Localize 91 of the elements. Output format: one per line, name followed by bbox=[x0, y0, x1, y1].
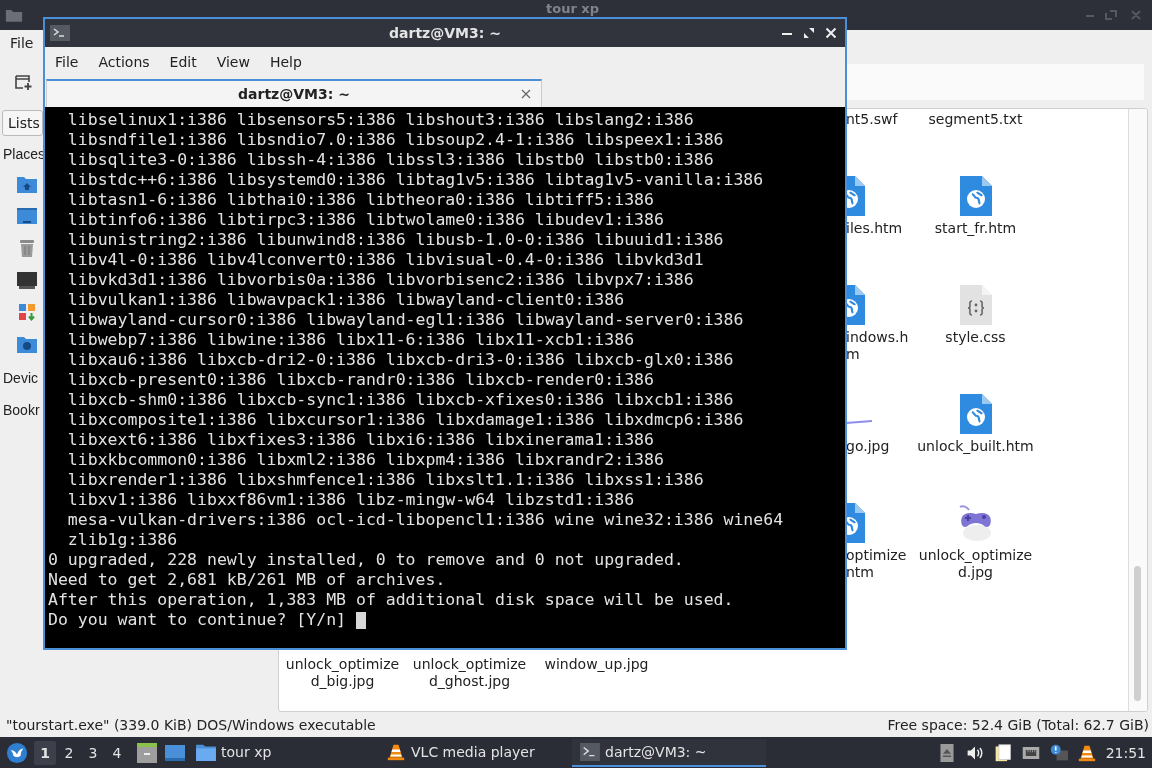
menu-item[interactable]: File bbox=[10, 34, 34, 51]
terminal-line: Do you want to continue? [Y/n] bbox=[48, 610, 346, 630]
terminal-tab[interactable]: dartz@VM3: ~ bbox=[46, 79, 542, 107]
file-name[interactable]: unlock_optimize d_ghost.jpg bbox=[406, 656, 533, 690]
file-cabinet-icon[interactable] bbox=[136, 741, 158, 764]
window-controls-icon bbox=[1084, 9, 1144, 21]
image-thumbnail-icon[interactable] bbox=[846, 420, 872, 424]
file-name[interactable]: unlock_optimize d.jpg bbox=[918, 547, 1033, 581]
taskbar-button[interactable]: tour xp bbox=[188, 738, 378, 767]
folder-icon bbox=[196, 742, 216, 761]
new-window-icon[interactable] bbox=[14, 72, 32, 91]
close-icon[interactable] bbox=[825, 27, 837, 39]
workspace-button[interactable]: 1 bbox=[34, 740, 56, 765]
scrollbar[interactable] bbox=[1128, 109, 1147, 711]
terminal-line: After this operation, 1,383 MB of additional disk space will be used. bbox=[48, 590, 734, 610]
terminal-line: libxext6:i386 libxfixes3:i386 libxi6:i386 libxinerama1:i386 bbox=[66, 430, 654, 450]
clipboard-icon[interactable] bbox=[993, 743, 1012, 762]
eject-icon[interactable] bbox=[937, 743, 956, 762]
menu-item[interactable]: View bbox=[216, 54, 250, 70]
terminal-line: libtasn1-6:i386 libthai0:i386 libtheora0:i386 libtiff5:i386 bbox=[66, 190, 654, 210]
file-name[interactable]: start_fr.htm bbox=[934, 220, 1017, 237]
terminal-line: libxcomposite1:i386 libxcursor1:i386 libxdamage1:i386 libxdmcp6:i386 bbox=[66, 410, 744, 430]
terminal-line: 0 upgraded, 228 newly installed, 0 to remove and 0 not upgraded. bbox=[48, 550, 684, 570]
terminal-line: libselinux1:i386 libsensors5:i386 libshout3:i386 libslang2:i386 bbox=[66, 110, 694, 130]
workspace-button[interactable]: 4 bbox=[106, 740, 128, 765]
terminal-line: libunistring2:i386 libunwind8:i386 libusb-1.0-0:i386 libuuid1:i386 bbox=[66, 230, 724, 250]
terminal-line: mesa-vulkan-drivers:i386 ocl-icd-libopencl1:i386 wine wine32:i386 wine64 bbox=[66, 510, 784, 530]
notification-icon[interactable] bbox=[1049, 743, 1068, 762]
file-name[interactable]: unlock_built.htm bbox=[917, 438, 1034, 455]
home-folder-icon[interactable] bbox=[17, 175, 37, 193]
file-name[interactable]: nt5.swf bbox=[846, 111, 898, 128]
menu-item[interactable]: Edit bbox=[169, 54, 197, 70]
terminal-line: libstdc++6:i386 libsystemd0:i386 libtag1v5:i386 libtag1v5-vanilla:i386 bbox=[66, 170, 764, 190]
terminal-icon bbox=[50, 25, 70, 41]
file-name[interactable]: indows.h m bbox=[846, 329, 909, 363]
window-title: dartz@VM3: ~ bbox=[389, 25, 501, 41]
terminal-line: libxkbcommon0:i386 libxml2:i386 libxpm4:i386 libxrandr2:i386 bbox=[66, 450, 664, 470]
file-name[interactable]: unlock_optimize d_big.jpg bbox=[279, 656, 406, 690]
close-tab-icon[interactable] bbox=[521, 89, 531, 99]
clock[interactable]: 21:51 bbox=[1105, 744, 1146, 761]
file-name[interactable]: iles.htm bbox=[846, 220, 903, 237]
file-name[interactable]: optimize ntm bbox=[846, 547, 907, 581]
lists-tab[interactable]: Lists bbox=[2, 110, 43, 136]
free-space-text: Free space: 52.4 GiB (Total: 62.7 GiB) bbox=[887, 716, 1149, 733]
taskbar-button[interactable]: VLC media player bbox=[378, 738, 572, 767]
scrollbar-thumb[interactable] bbox=[1134, 566, 1141, 701]
file-name[interactable]: window_up.jpg bbox=[533, 656, 660, 690]
terminal-line: libv4l-0:i386 libv4lconvert0:i386 libvisual-0.4-0:i386 libvkd3d1 bbox=[66, 250, 704, 270]
start-menu-icon[interactable] bbox=[6, 741, 28, 764]
workspace-button[interactable]: 3 bbox=[82, 740, 104, 765]
menu-item[interactable]: Actions bbox=[98, 54, 150, 70]
web-file-icon[interactable] bbox=[959, 176, 992, 216]
terminal-line: libxcb-shm0:i386 libxcb-sync1:i386 libxcb-xfixes0:i386 libxcb1:i386 bbox=[66, 390, 734, 410]
terminal-line: libxv1:i386 libxxf86vm1:i386 libz-mingw-w64 libzstd1:i386 bbox=[66, 490, 635, 510]
network-folder-icon[interactable] bbox=[17, 335, 37, 353]
terminal-line: libsqlite3-0:i386 libssh-4:i386 libssl3:i386 libstb0 libstb0:i386 bbox=[66, 150, 714, 170]
traffic-cone-icon[interactable] bbox=[1077, 743, 1096, 762]
folder-icon bbox=[5, 7, 23, 23]
sidebar-heading[interactable]: Bookr bbox=[3, 402, 40, 418]
terminal-line: libvkd3d1:i386 libvorbis0a:i386 libvorbisenc2:i386 libvpx7:i386 bbox=[66, 270, 694, 290]
terminal-line: Need to get 2,681 kB/261 MB of archives. bbox=[48, 570, 446, 590]
trash-icon[interactable] bbox=[17, 239, 37, 257]
file-name[interactable]: go.jpg bbox=[846, 438, 890, 455]
terminal-line: libsndfile1:i386 libsndio7.0:i386 libsoup2.4-1:i386 libspeex1:i386 bbox=[66, 130, 724, 150]
terminal-line: zlib1g:i386 bbox=[66, 530, 178, 550]
terminal-line: libxrender1:i386 libxshmfence1:i386 libxslt1.1:i386 libxss1:i386 bbox=[66, 470, 704, 490]
computer-icon[interactable] bbox=[17, 271, 37, 289]
terminal-line: libwayland-cursor0:i386 libwayland-egl1:i386 libwayland-server0:i386 bbox=[66, 310, 744, 330]
status-text: "tourstart.exe" (339.0 KiB) DOS/Windows executable bbox=[6, 716, 376, 733]
applications-icon[interactable] bbox=[17, 303, 37, 321]
maximize-icon[interactable] bbox=[803, 27, 815, 39]
terminal-line: libwebp7:i386 libwine:i386 libx11-6:i386 libx11-xcb1:i386 bbox=[66, 330, 635, 350]
terminal-icon bbox=[580, 742, 600, 761]
terminal-line: libtinfo6:i386 libtirpc3:i386 libtwolame0:i386 libudev1:i386 bbox=[66, 210, 664, 230]
workspace-button[interactable]: 2 bbox=[58, 740, 80, 765]
sidebar-heading[interactable]: Devic bbox=[3, 370, 38, 386]
file-name[interactable]: style.css bbox=[945, 329, 1006, 346]
terminal-line: libxau6:i386 libxcb-dri2-0:i386 libxcb-dri3-0:i386 libxcb-glx0:i386 bbox=[66, 350, 734, 370]
menu-item[interactable]: File bbox=[55, 54, 79, 70]
file-name[interactable]: segment5.txt bbox=[928, 111, 1023, 128]
terminal-line: libxcb-present0:i386 libxcb-randr0:i386 libxcb-render0:i386 bbox=[66, 370, 654, 390]
path-field[interactable] bbox=[845, 63, 1144, 100]
desktop-icon[interactable] bbox=[17, 207, 37, 225]
traffic-cone-icon bbox=[386, 742, 406, 761]
window-title: tour xp bbox=[546, 1, 600, 16]
web-file-icon[interactable] bbox=[959, 394, 992, 434]
taskbar-button[interactable]: dartz@VM3: ~ bbox=[572, 738, 766, 767]
css-file-icon[interactable] bbox=[959, 285, 992, 325]
menu-item[interactable]: Help bbox=[269, 54, 302, 70]
sidebar-heading[interactable]: Places bbox=[3, 146, 46, 162]
terminal-line: libvulkan1:i386 libwavpack1:i386 libwayland-client0:i386 bbox=[66, 290, 625, 310]
